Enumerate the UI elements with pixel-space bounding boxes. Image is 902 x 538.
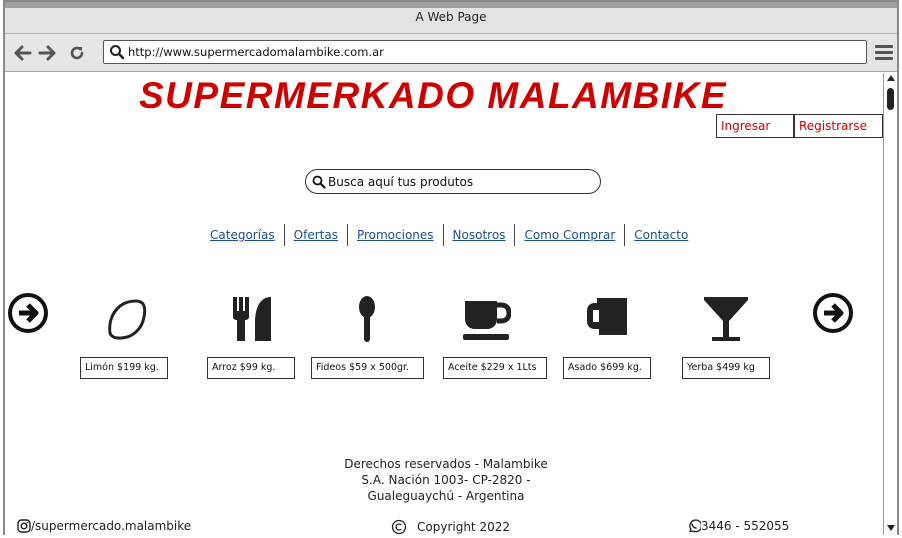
reload-icon[interactable] (67, 43, 87, 63)
scroll-up-icon[interactable] (887, 75, 895, 81)
fork-knife-icon[interactable] (229, 295, 277, 343)
site-brand-title: SUPERMERKADO MALAMBIKE (139, 75, 727, 116)
register-button[interactable]: Registrarse (794, 114, 883, 138)
copyright-text: Copyright 2022 (417, 520, 510, 534)
instagram-icon (17, 519, 31, 533)
url-input[interactable] (128, 43, 858, 61)
nav-link-ofertas[interactable]: Ofertas (285, 224, 348, 246)
product-price-label[interactable]: Asado $699 kg. (563, 357, 651, 379)
main-nav: Categorías Ofertas Promociones Nosotros … (201, 223, 697, 247)
arrow-circle-right-icon[interactable] (812, 292, 854, 334)
back-arrow-icon[interactable] (13, 43, 33, 63)
scrollbar-thumb[interactable] (887, 88, 894, 110)
nav-link-nosotros[interactable]: Nosotros (444, 224, 516, 246)
forward-arrow-icon[interactable] (37, 43, 57, 63)
search-icon (312, 175, 326, 189)
lemon-icon[interactable] (102, 295, 150, 343)
scroll-down-icon[interactable] (887, 525, 895, 531)
footer-address-line: S.A. Nación 1003- CP-2820 - (361, 473, 531, 487)
title-bar: A Web Page (5, 2, 897, 34)
product-price-label[interactable]: Limón $199 kg. (80, 357, 168, 379)
product-price-label[interactable]: Yerba $499 kg (682, 357, 770, 379)
product-price-label[interactable]: Aceite $229 x 1Lts (443, 357, 547, 379)
footer-legal-info: Derechos reservados - Malambike S.A. Nac… (335, 456, 557, 504)
product-search-box[interactable] (305, 169, 601, 194)
spoon-icon[interactable] (343, 295, 391, 343)
search-icon (110, 45, 125, 60)
coffee-cup-icon[interactable] (463, 295, 512, 343)
browser-window: A Web Page SUPERMERKADO MALAMBIKE Ingres… (3, 0, 899, 535)
hamburger-menu-icon[interactable] (875, 45, 893, 61)
page-viewport: SUPERMERKADO MALAMBIKE Ingresar Registra… (5, 73, 883, 535)
beer-mug-icon[interactable] (585, 295, 633, 343)
nav-link-como-comprar[interactable]: Como Comprar (515, 224, 626, 246)
instagram-handle: /supermercado.malambike (31, 519, 192, 533)
product-price-label[interactable]: Arroz $99 kg. (207, 357, 295, 379)
vertical-scrollbar[interactable] (883, 73, 897, 535)
search-input[interactable] (328, 173, 594, 191)
instagram-link[interactable]: /supermercado.malambike (17, 519, 191, 533)
footer-location-line: Gualeguaychú - Argentina (367, 489, 525, 503)
cocktail-glass-icon[interactable] (702, 295, 750, 343)
footer-rights-line: Derechos reservados - Malambike (344, 457, 548, 471)
product-price-label[interactable]: Fideos $59 x 500gr. (311, 357, 424, 379)
window-title: A Web Page (415, 10, 487, 24)
copyright-icon (391, 519, 407, 535)
phone-number: 3446 - 552055 (701, 519, 790, 533)
login-button[interactable]: Ingresar (716, 114, 794, 138)
arrow-circle-left-icon[interactable] (7, 292, 49, 334)
browser-toolbar (5, 34, 897, 72)
address-bar[interactable] (103, 40, 867, 64)
nav-link-categorias[interactable]: Categorías (201, 224, 285, 246)
copyright-notice: Copyright 2022 (391, 519, 510, 535)
whatsapp-icon (689, 519, 701, 533)
whatsapp-phone-link[interactable]: 3446 - 552055 (687, 519, 789, 533)
nav-link-promociones[interactable]: Promociones (348, 224, 444, 246)
nav-link-contacto[interactable]: Contacto (625, 224, 697, 246)
title-bar-strip (5, 2, 897, 8)
